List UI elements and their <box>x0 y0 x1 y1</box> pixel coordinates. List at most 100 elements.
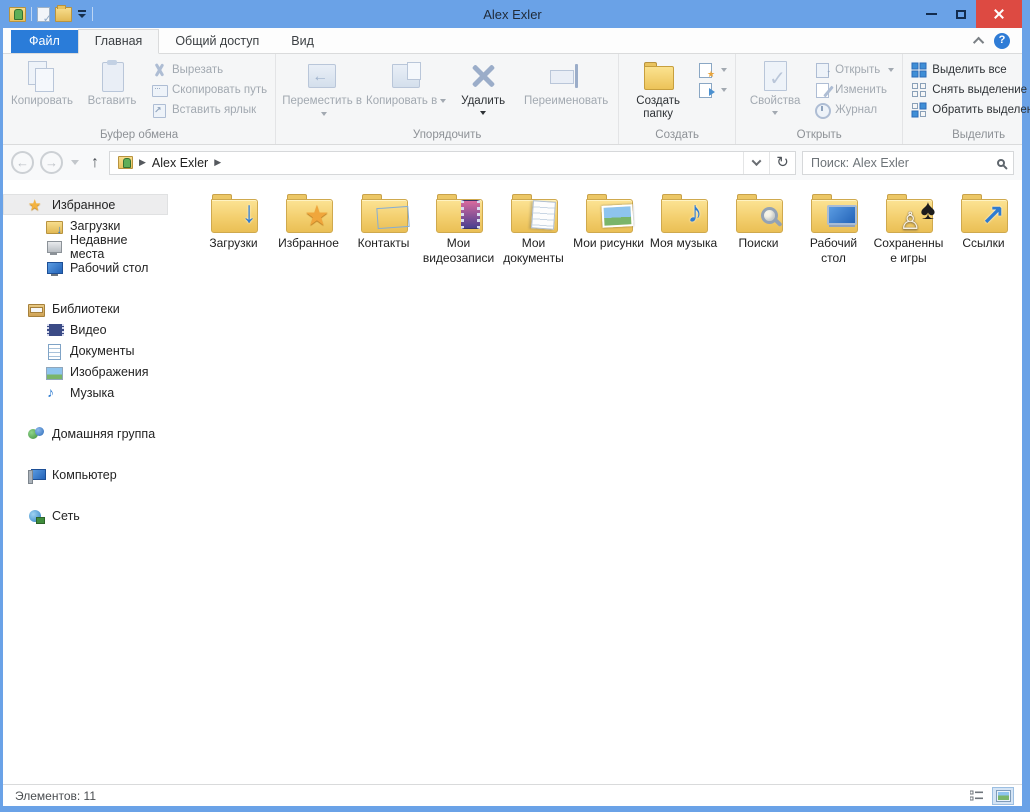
user-folder-icon[interactable] <box>118 156 133 169</box>
invert-selection-button[interactable]: Обратить выделение <box>911 102 1030 118</box>
tab-file[interactable]: Файл <box>11 30 78 53</box>
file-item[interactable]: Мои видеозаписи <box>421 194 496 266</box>
file-item[interactable]: Загрузки <box>196 194 271 266</box>
details-view-button[interactable] <box>966 787 988 805</box>
help-icon[interactable] <box>994 33 1010 49</box>
sidebar-item-icon <box>28 467 45 483</box>
recent-locations-caret-icon[interactable] <box>71 160 79 165</box>
up-button[interactable]: ↑ <box>91 154 99 172</box>
group-clipboard: Копировать Вставить Вырезать Скопировать… <box>3 54 276 144</box>
sidebar-item-icon <box>28 301 45 317</box>
file-item[interactable]: Ссылки <box>946 194 1021 266</box>
new-folder-button[interactable]: Создать папку <box>623 57 693 121</box>
dropdown-caret-icon <box>721 88 727 92</box>
file-label: Рабочий стол <box>797 236 871 266</box>
properties-qat-icon[interactable] <box>37 7 50 22</box>
minimize-icon <box>926 13 937 15</box>
file-item[interactable]: Моя музыка <box>646 194 721 266</box>
forward-button[interactable]: → <box>40 151 63 174</box>
sidebar-item[interactable]: Изображения <box>3 361 168 382</box>
items-count: Элементов: 11 <box>15 789 96 803</box>
clear-selection-button[interactable]: Снять выделение <box>911 82 1030 98</box>
tab-share[interactable]: Общий доступ <box>159 30 275 53</box>
sidebar-item[interactable]: Видео <box>3 319 168 340</box>
scissors-icon <box>151 62 167 78</box>
folder-overlay-icon <box>601 204 633 228</box>
delete-icon <box>465 60 501 92</box>
sidebar-item[interactable]: Избранное <box>3 194 168 215</box>
paste-icon <box>94 60 130 92</box>
sidebar-item[interactable]: Музыка <box>3 382 168 403</box>
folder-icon <box>436 194 482 232</box>
folder-icon <box>661 194 707 232</box>
breadcrumb-arrow-icon[interactable]: ▶ <box>139 157 146 168</box>
move-to-button[interactable]: Переместить в <box>280 57 364 121</box>
explorer-user-folder-icon[interactable] <box>9 7 26 22</box>
file-item[interactable]: Мои документы <box>496 194 571 266</box>
sidebar-item-icon <box>28 197 45 213</box>
file-item[interactable]: Поиски <box>721 194 796 266</box>
paste-button[interactable]: Вставить <box>77 57 147 108</box>
copy-to-icon <box>388 60 424 92</box>
easy-access-button[interactable] <box>697 82 727 98</box>
back-button[interactable]: ← <box>11 151 34 174</box>
file-item[interactable]: Контакты <box>346 194 421 266</box>
paste-shortcut-button[interactable]: Вставить ярлык <box>151 102 267 118</box>
window-controls <box>916 0 1022 28</box>
sidebar-item[interactable]: Рабочий стол <box>3 257 168 278</box>
select-all-button[interactable]: Выделить все <box>911 62 1030 78</box>
history-button[interactable]: Журнал <box>814 102 894 118</box>
open-button[interactable]: Открыть <box>814 62 894 78</box>
copy-to-button[interactable]: Копировать в <box>364 57 448 108</box>
address-bar-row: ← → ↑ ▶ Alex Exler ▶ ↻ <box>3 145 1022 180</box>
minimize-button[interactable] <box>916 0 946 28</box>
customize-toolbar-icon[interactable] <box>77 9 87 19</box>
copy-button[interactable]: Копировать <box>7 57 77 108</box>
folder-icon <box>736 194 782 232</box>
maximize-button[interactable] <box>946 0 976 28</box>
edit-button[interactable]: Изменить <box>814 82 894 98</box>
new-item-button[interactable] <box>697 62 727 78</box>
address-dropdown-button[interactable] <box>743 152 769 174</box>
search-input[interactable] <box>811 156 991 170</box>
collapse-ribbon-icon[interactable] <box>973 37 984 48</box>
file-item[interactable]: Мои рисунки <box>571 194 646 266</box>
sidebar-item[interactable]: Недавние места <box>3 236 168 257</box>
folder-icon <box>586 194 632 232</box>
sidebar-item[interactable]: Документы <box>3 340 168 361</box>
rename-button[interactable]: Переименовать <box>518 57 614 108</box>
sidebar-item[interactable]: Домашняя группа <box>3 423 168 444</box>
properties-button[interactable]: Свойства <box>740 57 810 115</box>
delete-button[interactable]: Удалить <box>448 57 518 115</box>
sidebar-item-label: Недавние места <box>70 233 164 261</box>
folder-icon <box>886 194 932 232</box>
copy-path-button[interactable]: Скопировать путь <box>151 82 267 98</box>
file-item[interactable]: Избранное <box>271 194 346 266</box>
window-title: Alex Exler <box>3 7 1022 22</box>
tab-view[interactable]: Вид <box>275 30 330 53</box>
file-item[interactable]: Сохраненные игры <box>871 194 946 266</box>
file-item[interactable]: Рабочий стол <box>796 194 871 266</box>
thumbnails-view-button[interactable] <box>992 787 1014 805</box>
search-icon[interactable] <box>997 159 1005 167</box>
breadcrumb-item[interactable]: Alex Exler <box>152 156 208 170</box>
address-bar[interactable]: ▶ Alex Exler ▶ ↻ <box>109 151 796 175</box>
breadcrumb-arrow-icon[interactable]: ▶ <box>214 157 221 168</box>
sidebar-item[interactable]: Сеть <box>3 505 168 526</box>
tab-home[interactable]: Главная <box>78 29 160 54</box>
new-folder-qat-icon[interactable] <box>55 7 72 22</box>
ribbon: Копировать Вставить Вырезать Скопировать… <box>3 54 1022 145</box>
refresh-button[interactable]: ↻ <box>769 152 795 174</box>
group-open: Свойства Открыть Изменить Журнал <box>736 54 903 144</box>
explorer-window: Alex Exler Файл Главная Общий доступ Вид… <box>0 0 1030 812</box>
close-button[interactable] <box>976 0 1022 28</box>
group-select: Выделить все Снять выделение Обратить вы… <box>903 54 1030 144</box>
sidebar-item[interactable]: Библиотеки <box>3 298 168 319</box>
quick-access-toolbar <box>3 0 93 28</box>
search-box[interactable] <box>802 151 1014 175</box>
folder-overlay-icon <box>761 207 778 224</box>
sidebar-item[interactable]: Компьютер <box>3 464 168 485</box>
ribbon-tab-row: Файл Главная Общий доступ Вид <box>3 28 1022 54</box>
group-label-open: Открыть <box>740 127 898 144</box>
cut-button[interactable]: Вырезать <box>151 62 267 78</box>
